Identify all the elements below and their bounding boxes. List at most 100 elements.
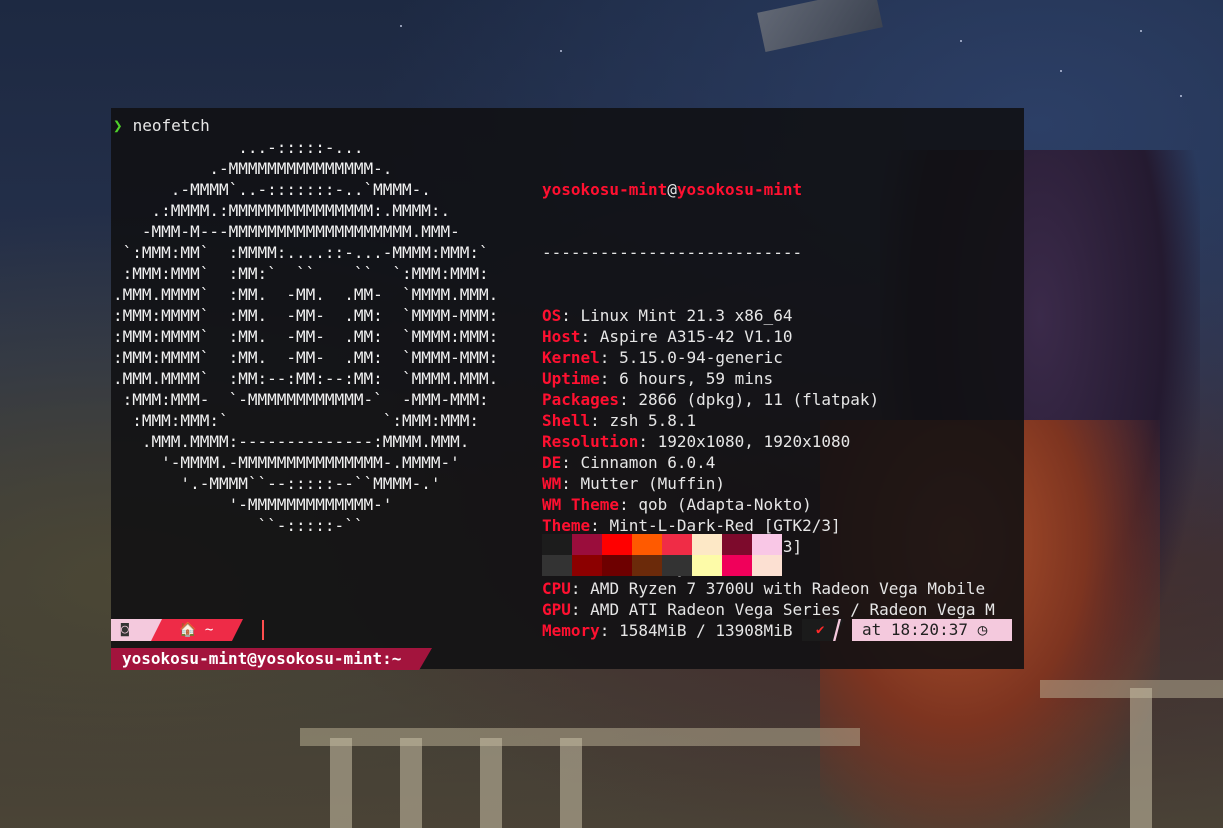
info-key: OS: [542, 306, 562, 325]
ascii-line: .MMM.MMMM` :MM. -MM. .MM- `MMMM.MMM.: [113, 285, 499, 304]
palette-swatch: [572, 555, 602, 576]
prompt-line: ❯ neofetch: [111, 115, 210, 136]
info-value: Aspire A315-42 V1.10: [599, 327, 793, 346]
wallpaper-pillar: [1130, 688, 1152, 828]
ascii-line: -MMM-M---MMMMMMMMMMMMMMMMMMM.MMM-: [113, 222, 460, 241]
info-key: Host: [542, 327, 581, 346]
info-value: 5.15.0-94-generic: [619, 348, 783, 367]
palette-swatch: [632, 555, 662, 576]
wallpaper-star: [560, 50, 562, 52]
info-row: Resolution: 1920x1080, 1920x1080: [542, 431, 995, 452]
info-rows: OS: Linux Mint 21.3 x86_64 Host: Aspire A…: [542, 305, 995, 641]
palette-swatch: [632, 534, 662, 555]
ascii-line: ``-:::::-``: [113, 516, 364, 535]
info-value: 6 hours, 59 mins: [619, 369, 774, 388]
info-value: Linux Mint 21.3 x86_64: [580, 306, 793, 325]
info-row: WM Theme: qob (Adapta-Nokto): [542, 494, 995, 515]
info-colon: :: [619, 390, 639, 409]
info-key: Resolution: [542, 432, 639, 451]
user-host-title: yosokosu-mint@yosokosu-mint: [542, 179, 995, 200]
palette-swatch: [722, 534, 752, 555]
wallpaper-pillar: [560, 738, 582, 828]
info-value: AMD ATI Radeon Vega Series / Radeon Vega…: [590, 600, 995, 619]
info-colon: :: [561, 306, 581, 325]
palette-swatch: [752, 555, 782, 576]
info-row: Host: Aspire A315-42 V1.10: [542, 326, 995, 347]
palette-swatch: [542, 555, 572, 576]
palette-swatch: [602, 555, 632, 576]
ascii-line: :MMM:MMMM` :MM. -MM- .MM: `MMMM-MMM:: [113, 348, 499, 367]
info-row: CPU: AMD Ryzen 7 3700U with Radeon Vega …: [542, 578, 995, 599]
info-value: Cinnamon 6.0.4: [580, 453, 716, 472]
info-colon: :: [561, 453, 581, 472]
info-key: Uptime: [542, 369, 600, 388]
info-key: DE: [542, 453, 562, 472]
checkmark-icon: ✔: [816, 622, 825, 638]
time-segment: at 18:20:37 ◷: [852, 619, 1012, 641]
info-value: qob (Adapta-Nokto): [638, 495, 812, 514]
clock-icon: ◷: [977, 620, 988, 639]
palette-swatch: [752, 534, 782, 555]
info-value: 2866 (dpkg), 11 (flatpak): [638, 390, 880, 409]
ascii-line: .MMM.MMMM` :MM:--:MM:--:MM: `MMMM.MMM.: [113, 369, 499, 388]
info-colon: :: [599, 348, 620, 367]
wallpaper-pillar: [400, 738, 422, 828]
info-colon: :: [638, 432, 658, 451]
system-info: yosokosu-mint@yosokosu-mint ------------…: [542, 137, 995, 683]
ascii-line: `:MMM:MM` :MMMM:....::-...-MMMM:MMM:`: [113, 243, 489, 262]
palette-swatch: [722, 555, 752, 576]
ascii-line: .MMM.MMMM:--------------:MMMM.MMM.: [113, 432, 470, 451]
info-value: zsh 5.8.1: [609, 411, 697, 430]
ascii-line: :MMM:MMMM` :MM. -MM- .MM: `MMMM:MMM:: [113, 327, 499, 346]
palette-swatch: [602, 534, 632, 555]
palette-swatch: [662, 534, 692, 555]
info-user: yosokosu-mint: [542, 180, 668, 199]
palette-swatch: [572, 534, 602, 555]
info-row: WM: Mutter (Muffin): [542, 473, 995, 494]
info-key: Packages: [542, 390, 620, 409]
current-dir: ~: [204, 622, 214, 638]
wallpaper-star: [1140, 30, 1142, 32]
mint-ascii-logo: ...-:::::-... .-MMMMMMMMMMMMMMM-. .-MMMM…: [113, 137, 498, 536]
info-colon: :: [599, 369, 620, 388]
os-icon: ◙: [121, 622, 129, 637]
wallpaper-star: [960, 40, 962, 42]
wallpaper-star: [400, 25, 402, 27]
home-icon: 🏠: [179, 622, 197, 638]
info-row: Shell: zsh 5.8.1: [542, 410, 995, 431]
userhost-prompt[interactable]: yosokosu-mint@yosokosu-mint:~: [111, 648, 432, 670]
info-row: Theme: Mint-L-Dark-Red [GTK2/3]: [542, 515, 995, 536]
info-separator: ---------------------------: [542, 243, 803, 262]
dir-segment: 🏠 ~: [151, 619, 243, 641]
info-value: Mutter (Muffin): [580, 474, 726, 493]
palette-swatch: [692, 534, 722, 555]
info-host: yosokosu-mint: [676, 180, 803, 199]
ascii-line: :MMM:MMMM` :MM. -MM- .MM: `MMMM-MMM:: [113, 306, 499, 325]
info-value: Mint-L-Dark-Red [GTK2/3]: [609, 516, 841, 535]
terminal-window[interactable]: ❯ neofetch ...-:::::-... .-MMMMMMMMMMMMMM…: [111, 108, 1024, 670]
wallpaper-star: [1060, 70, 1062, 72]
ascii-line: '-MMMMMMMMMMMMM-': [113, 495, 393, 514]
palette-row-normal: [542, 534, 782, 555]
wallpaper-pillar: [480, 738, 502, 828]
info-at: @: [667, 180, 677, 199]
info-key: Shell: [542, 411, 591, 430]
info-row: OS: Linux Mint 21.3 x86_64: [542, 305, 995, 326]
info-key: WM Theme: [542, 495, 620, 514]
prompt-arrow-icon: ❯: [113, 116, 123, 135]
info-row: Packages: 2866 (dpkg), 11 (flatpak): [542, 389, 995, 410]
wallpaper-lamp: [757, 0, 883, 53]
palette-swatch: [662, 555, 692, 576]
ascii-line: :MMM:MMM` :MM:` `` `` `:MMM:MMM:: [113, 264, 489, 283]
info-colon: :: [590, 411, 610, 430]
info-key: WM: [542, 474, 562, 493]
powerline-status: ◙ 🏠 ~ ✔ at 18:20:37 ◷: [111, 619, 1024, 641]
ascii-line: '-MMMM.-MMMMMMMMMMMMMMM-.MMMM-': [113, 453, 460, 472]
ascii-line: :MMM:MMM- `-MMMMMMMMMMMM-` -MMM-MMM:: [113, 390, 489, 409]
wallpaper-pillar: [330, 738, 352, 828]
wallpaper-star: [1180, 95, 1182, 97]
palette-row-bright: [542, 555, 782, 576]
info-row: Uptime: 6 hours, 59 mins: [542, 368, 995, 389]
color-palette: [542, 534, 782, 576]
info-row: DE: Cinnamon 6.0.4: [542, 452, 995, 473]
